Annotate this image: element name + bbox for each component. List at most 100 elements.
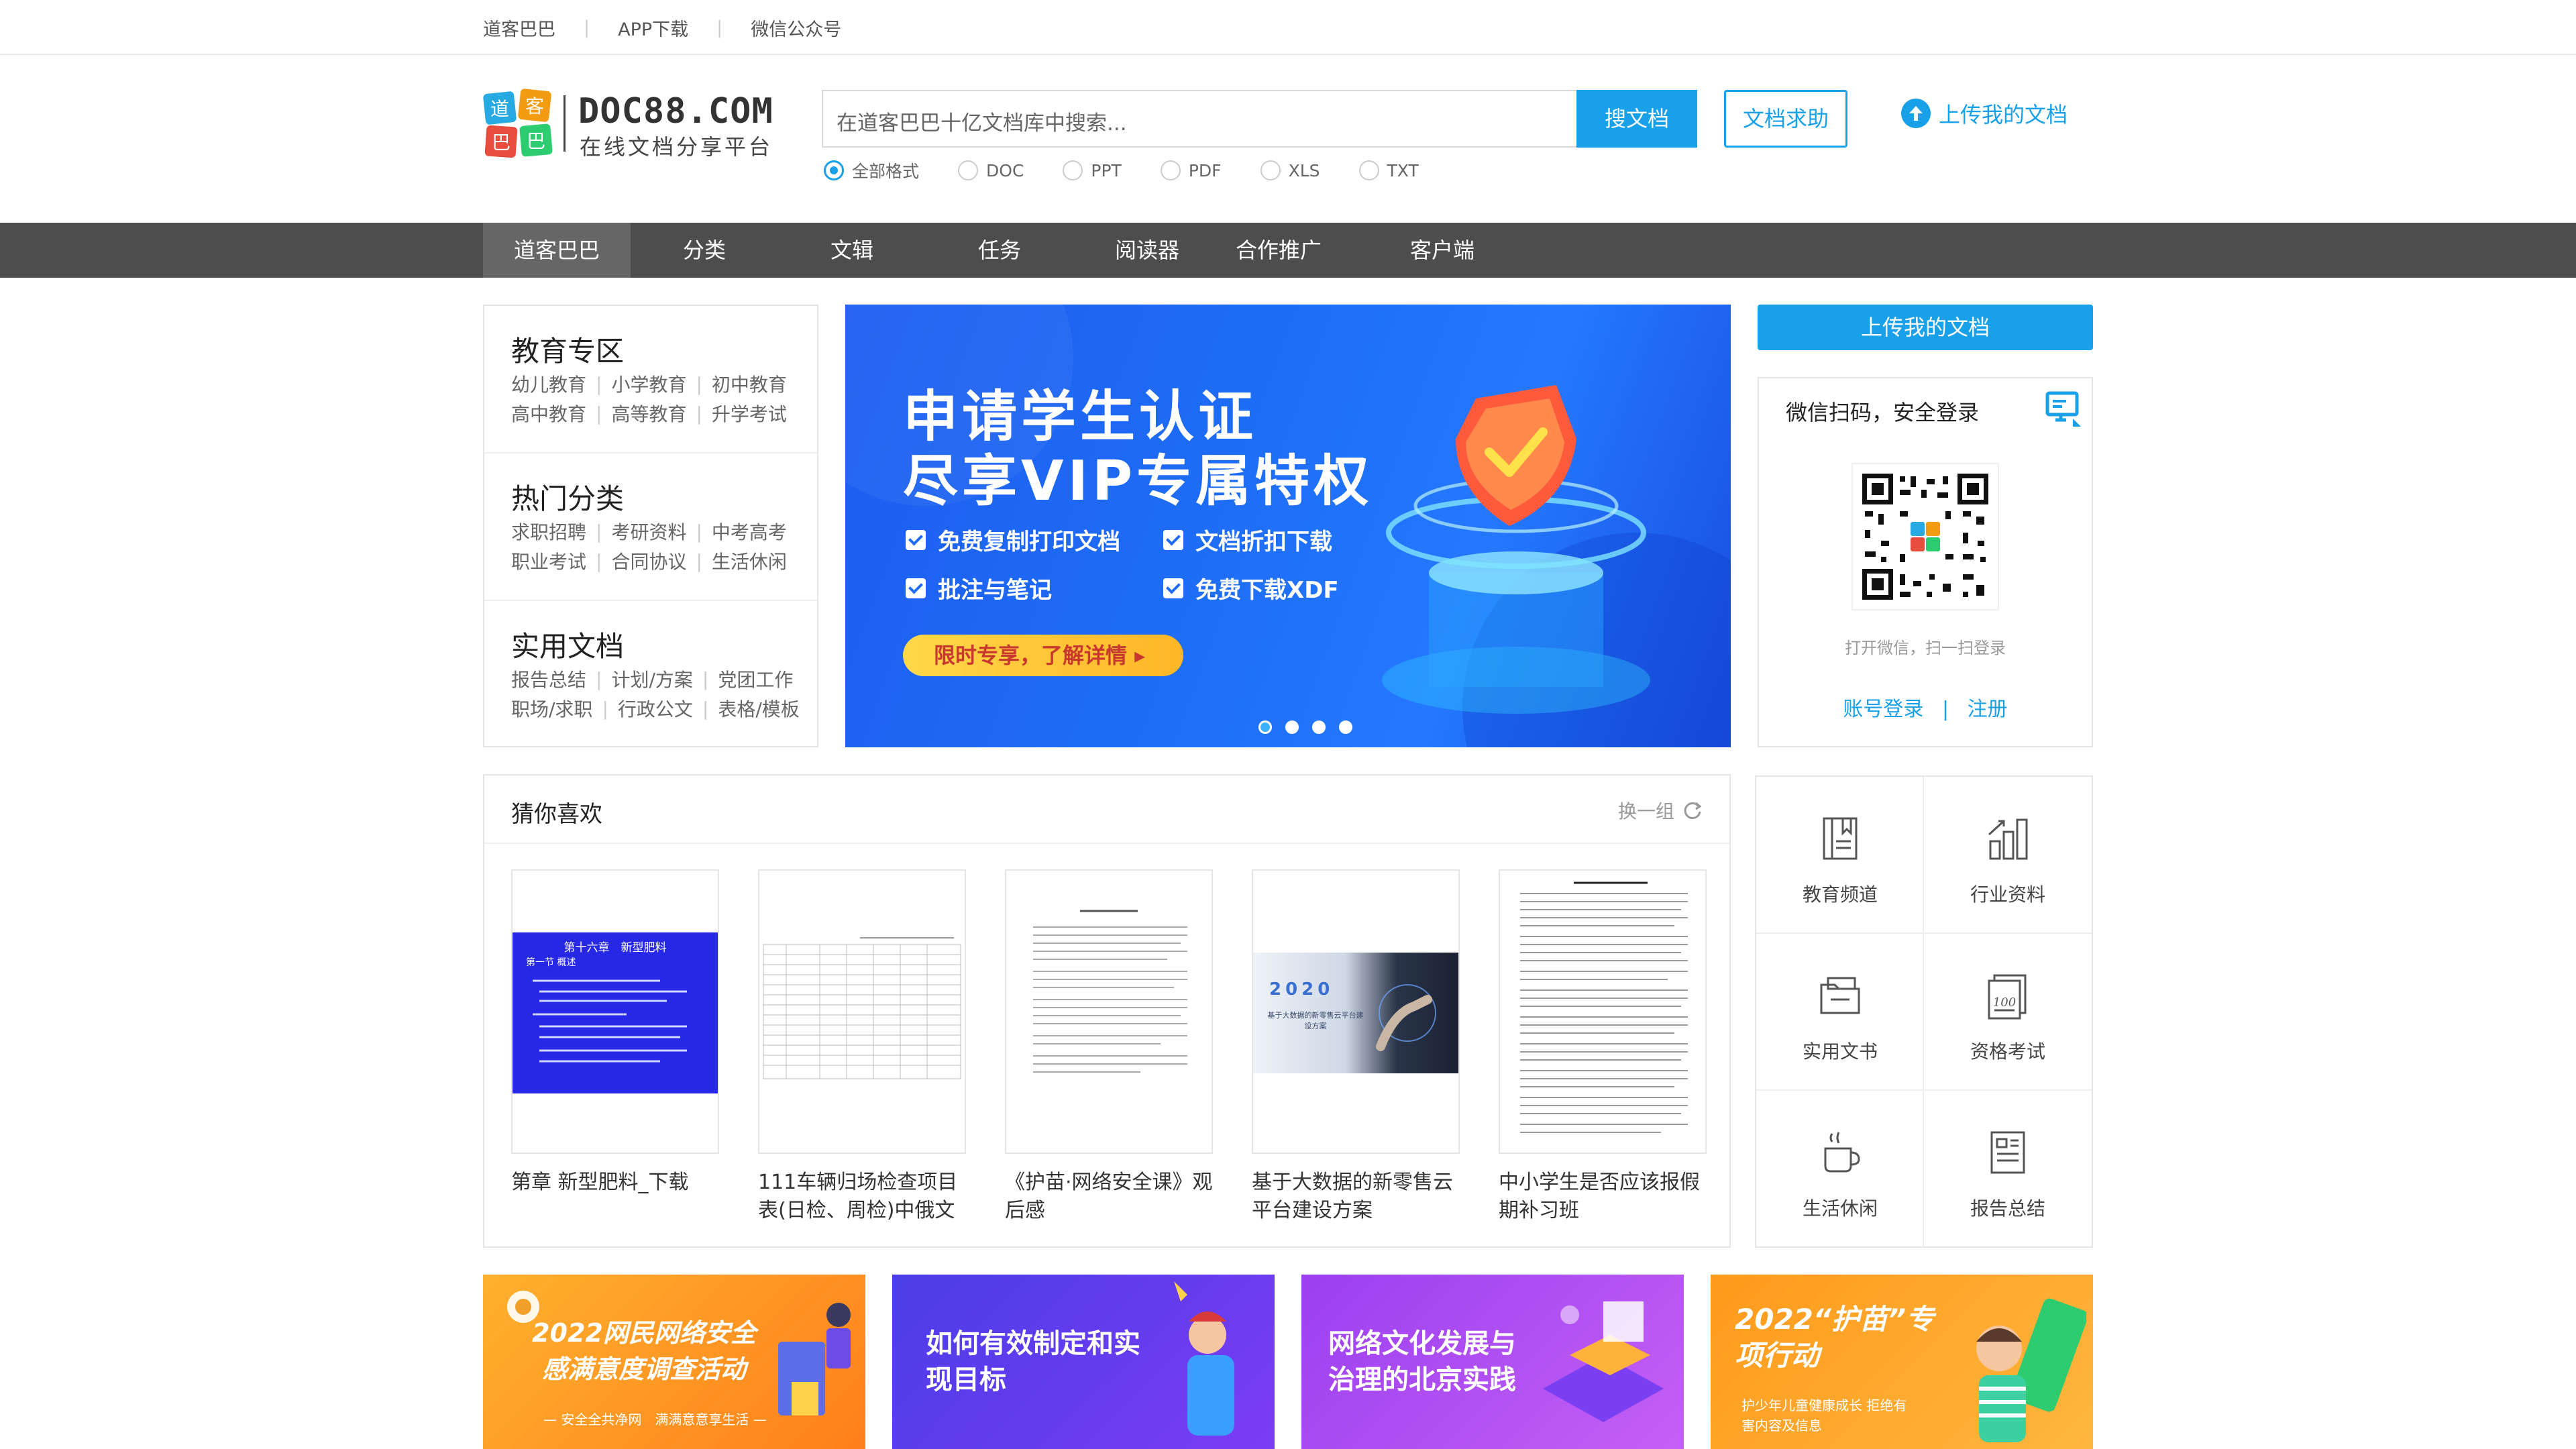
promo-banner[interactable]: 申请学生认证 尽享VIP专属特权 免费复制打印文档 文档折扣下载 批注与笔记 免…: [845, 305, 1731, 747]
svg-text:道: 道: [490, 98, 509, 120]
category-link[interactable]: 高等教育: [611, 400, 686, 427]
category-link[interactable]: 行政公文: [618, 695, 693, 722]
header: 道 客 巴 巴 DOC88.COM 在线文档分享平台 在道客巴巴十亿文档库中搜索…: [0, 55, 2576, 223]
category-link[interactable]: 求职招聘: [511, 518, 586, 545]
doc-card[interactable]: 第十六章 新型肥料 第一节 概述 第章 新型肥料_下载: [511, 869, 719, 1225]
format-label: PPT: [1091, 160, 1122, 180]
logo-icon[interactable]: 道 客 巴 巴: [483, 89, 553, 158]
format-option-pdf[interactable]: PDF: [1160, 160, 1222, 180]
logo-domain[interactable]: DOC88.COM: [578, 91, 773, 131]
doc-card[interactable]: 《护苗·网络安全课》观后感: [1005, 869, 1213, 1225]
upload-my-doc-button[interactable]: 上传我的文档: [1758, 305, 2093, 350]
format-option-xls[interactable]: XLS: [1260, 160, 1320, 180]
nav-item-tasks[interactable]: 任务: [926, 223, 1073, 278]
register-link[interactable]: 注册: [1968, 698, 2008, 721]
category-link[interactable]: 高中教育: [511, 400, 586, 427]
channel-label: 报告总结: [1970, 1197, 2045, 1220]
doc-thumbnail[interactable]: [1005, 869, 1213, 1154]
nav-item-collections[interactable]: 文辑: [778, 223, 926, 278]
nav-item-reader[interactable]: 阅读器: [1073, 223, 1221, 278]
format-option-txt[interactable]: TXT: [1358, 160, 1419, 180]
doc-title[interactable]: 中小学生是否应该报假期补习班: [1499, 1169, 1707, 1225]
doc-thumb-heading: 第十六章 新型肥料: [564, 941, 667, 955]
category-link[interactable]: 计划/方案: [611, 665, 692, 692]
carousel-dot[interactable]: [1285, 720, 1299, 734]
category-link[interactable]: 职业考试: [511, 547, 586, 574]
nav-item-home[interactable]: 道客巴巴: [483, 223, 631, 278]
top-link-app-download[interactable]: APP下载: [618, 15, 688, 41]
doc-card[interactable]: 111车辆归场检查项目表(日检、周检)中俄文: [758, 869, 966, 1225]
category-link[interactable]: 报告总结: [511, 665, 586, 692]
channel-reports[interactable]: 报告总结: [1924, 1091, 2092, 1248]
separator: |: [596, 402, 602, 425]
account-login-link[interactable]: 账号登录: [1843, 698, 1923, 721]
category-link[interactable]: 考研资料: [611, 518, 686, 545]
doc-title[interactable]: 基于大数据的新零售云平台建设方案: [1252, 1169, 1460, 1225]
format-option-all[interactable]: 全部格式: [824, 158, 919, 182]
upload-doc-label: 上传我的文档: [1939, 102, 2068, 127]
top-link-home[interactable]: 道客巴巴: [483, 15, 555, 41]
category-link[interactable]: 职场/求职: [511, 695, 592, 722]
channel-lifestyle[interactable]: 生活休闲: [1756, 1091, 1924, 1248]
doc-thumb-text: [1033, 910, 1187, 1073]
banner-perk: 免费复制打印文档: [906, 523, 1120, 556]
category-link[interactable]: 表格/模板: [718, 695, 799, 722]
category-title[interactable]: 热门分类: [511, 476, 624, 517]
login-actions: 账号登录 | 注册: [1759, 692, 2092, 722]
banner-cta-button[interactable]: 限时专享，了解详情 ▸: [903, 635, 1183, 676]
nav-item-label: 合作推广: [1236, 237, 1322, 263]
category-row: 求职招聘 | 考研资料 | 中考高考: [511, 518, 787, 545]
doc-request-button[interactable]: 文档求助: [1724, 90, 1847, 148]
doc-thumbnail[interactable]: 2020 基于大数据的新零售云平台建设方案: [1252, 869, 1460, 1154]
search-button[interactable]: 搜文档: [1576, 90, 1697, 148]
channel-industry[interactable]: 行业资料: [1924, 777, 2092, 934]
carousel-dot[interactable]: [1312, 720, 1326, 734]
doc-card[interactable]: 中小学生是否应该报假期补习班: [1499, 869, 1707, 1225]
swap-batch-button[interactable]: 换一组: [1618, 797, 1703, 824]
category-link[interactable]: 幼儿教育: [511, 370, 586, 397]
promo-card-goals[interactable]: 如何有效制定和实现目标: [892, 1275, 1275, 1449]
category-title[interactable]: 教育专区: [511, 329, 624, 370]
nav-item-client[interactable]: 客户端: [1368, 223, 1516, 278]
category-link[interactable]: 合同协议: [611, 547, 686, 574]
channel-qualification[interactable]: 100 资格考试: [1924, 934, 2092, 1091]
promo-card-youth-protection[interactable]: 2022“护苗”专项行动 护少年儿童健康成长 拒绝有害内容及信息: [1711, 1275, 2093, 1449]
channel-label: 行业资料: [1970, 883, 2045, 906]
category-link[interactable]: 初中教育: [712, 370, 787, 397]
nav-item-partnership[interactable]: 合作推广: [1221, 223, 1342, 311]
doc-title[interactable]: 《护苗·网络安全课》观后感: [1005, 1169, 1213, 1225]
format-option-ppt[interactable]: PPT: [1063, 160, 1122, 180]
doc-thumbnail[interactable]: [1499, 869, 1707, 1154]
pc-switch-icon[interactable]: [2037, 388, 2082, 433]
carousel-dot[interactable]: [1339, 720, 1352, 734]
category-row: 报告总结 | 计划/方案 | 党团工作: [511, 665, 793, 692]
category-link[interactable]: 中考高考: [712, 518, 787, 545]
separator: |: [1941, 698, 1949, 721]
promo-card-survey[interactable]: 2022网民网络安全感满意度调查活动 — 安全全共净网 满满意意享生活 —: [483, 1275, 865, 1449]
category-link[interactable]: 小学教育: [611, 370, 686, 397]
format-option-doc[interactable]: DOC: [958, 160, 1024, 180]
people-illustration: [778, 1303, 851, 1415]
category-link[interactable]: 升学考试: [712, 400, 787, 427]
upload-doc-link[interactable]: 上传我的文档: [1901, 98, 2068, 129]
nav-item-category[interactable]: 分类: [631, 223, 778, 278]
top-link-wechat[interactable]: 微信公众号: [751, 15, 841, 41]
category-link[interactable]: 生活休闲: [712, 547, 787, 574]
doc-title[interactable]: 第章 新型肥料_下载: [511, 1169, 719, 1225]
channel-practical-docs[interactable]: 实用文书: [1756, 934, 1924, 1091]
doc-thumbnail[interactable]: 第十六章 新型肥料 第一节 概述: [511, 869, 719, 1154]
doc-title[interactable]: 111车辆归场检查项目表(日检、周检)中俄文: [758, 1169, 966, 1225]
category-link[interactable]: 党团工作: [718, 665, 793, 692]
separator: |: [696, 549, 702, 572]
search-input[interactable]: 在道客巴巴十亿文档库中搜索...: [822, 90, 1576, 148]
promo-card-internet-culture[interactable]: 网络文化发展与治理的北京实践: [1301, 1275, 1684, 1449]
category-title[interactable]: 实用文档: [511, 624, 624, 665]
logo-slogan: 在线文档分享平台: [580, 134, 773, 160]
separator: |: [584, 17, 590, 38]
channel-education[interactable]: 教育频道: [1756, 777, 1924, 934]
doc-card[interactable]: 2020 基于大数据的新零售云平台建设方案 基于大数据的新零售云平台建设方案: [1252, 869, 1460, 1225]
carousel-dot[interactable]: [1258, 720, 1272, 734]
promo-title: 2022“护苗”专项行动: [1735, 1303, 1934, 1372]
separator: |: [702, 697, 709, 720]
doc-thumbnail[interactable]: [758, 869, 966, 1154]
